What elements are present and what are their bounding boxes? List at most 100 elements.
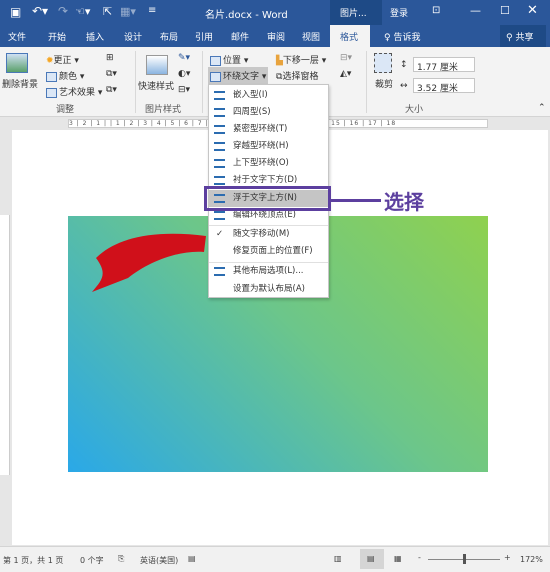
macro-icon[interactable]: ▤ [188, 554, 196, 563]
menu-item-label: 上下型环绕(O) [233, 158, 289, 168]
callout-label: 选择 [384, 190, 424, 214]
position-icon [210, 55, 221, 66]
menu-item[interactable]: 修复页面上的位置(F) [209, 243, 328, 260]
undo-icon[interactable]: ↶▾ [32, 4, 48, 18]
selection-pane-button[interactable]: ⧉选择窗格 [276, 69, 318, 82]
width-input[interactable]: 3.52 厘米 [413, 78, 475, 94]
menu-item-label: 编辑环绕顶点(E) [233, 210, 297, 220]
title-bar: ▣ ↶▾ ↷ ☜▾ ⇱ ▦▾ ≡ 名片.docx - Word 图片... 登录… [0, 0, 550, 25]
proofing-icon[interactable]: ⎘ [118, 554, 124, 564]
menu-item[interactable]: 设置为默认布局(A) [209, 281, 328, 298]
crop-button[interactable]: 裁剪 [375, 77, 393, 90]
status-bar: 第 1 页，共 1 页 0 个字 ⎘ 英语(美国) ▤ ▥ ▤ ▦ - + 17… [0, 546, 550, 572]
window-title: 名片.docx - Word [205, 10, 288, 21]
wrap-text-button[interactable]: 环绕文字 ▾ [208, 67, 269, 84]
tab-design[interactable]: 设计 [124, 30, 142, 43]
customize-icon[interactable]: ≡ [148, 5, 156, 16]
menu-item-label: 修复页面上的位置(F) [233, 246, 313, 256]
zoom-slider-thumb[interactable] [463, 554, 466, 564]
print-layout-icon[interactable]: ▤ [360, 549, 384, 569]
maximize-icon[interactable]: ☐ [500, 4, 510, 17]
wrap-option-icon [214, 176, 225, 185]
reset-picture-icon[interactable]: ⧉▾ [106, 85, 117, 95]
tab-format[interactable]: 格式 [330, 25, 370, 47]
touch-mode-icon[interactable]: ☜▾ [75, 5, 90, 18]
tab-mailings[interactable]: 邮件 [231, 30, 249, 43]
rotate-icon[interactable]: ◭▾ [340, 69, 351, 79]
send-backward-icon: ▙ [276, 56, 283, 66]
tab-view[interactable]: 视图 [302, 30, 320, 43]
change-picture-icon[interactable]: ⧉▾ [106, 69, 117, 79]
separator [366, 51, 367, 113]
group-label-adjust: 调整 [56, 105, 75, 115]
zoom-level[interactable]: 172% [520, 555, 543, 564]
tab-home[interactable]: 开始 [48, 30, 66, 43]
color-button[interactable]: 颜色 ▾ [46, 69, 84, 82]
select-icon[interactable]: ⇱ [103, 5, 112, 18]
minimize-icon[interactable]: — [470, 4, 481, 17]
tab-insert[interactable]: 插入 [86, 30, 104, 43]
menu-item[interactable]: 其他布局选项(L)... [209, 263, 328, 280]
compress-icon[interactable]: ⊞ [106, 53, 114, 63]
menu-item[interactable]: 上下型环绕(O) [209, 155, 328, 172]
zoom-in-button[interactable]: + [504, 553, 511, 562]
close-icon[interactable]: ✕ [527, 3, 538, 18]
vertical-ruler[interactable] [0, 215, 10, 475]
tab-references[interactable]: 引用 [195, 30, 213, 43]
menu-item[interactable]: 嵌入型(I) [209, 87, 328, 104]
login-link[interactable]: 登录 [390, 6, 408, 19]
remove-background-button[interactable]: 删除背景 [2, 77, 38, 90]
height-input[interactable]: 1.77 厘米 [413, 57, 475, 73]
corrections-button[interactable]: ✹更正 ▾ [46, 53, 79, 66]
menu-item-label: 穿越型环绕(H) [233, 141, 289, 151]
redo-icon[interactable]: ↷ [58, 4, 68, 18]
wrap-option-icon [214, 108, 225, 117]
menu-item[interactable]: 紧密型环绕(T) [209, 121, 328, 138]
artistic-effects-button[interactable]: 艺术效果 ▾ [46, 85, 102, 98]
web-layout-icon[interactable]: ▦ [394, 554, 402, 563]
position-button[interactable]: 位置 ▾ [210, 53, 248, 66]
menu-item-label: 随文字移动(M) [233, 229, 290, 239]
word-count[interactable]: 0 个字 [80, 555, 104, 566]
ribbon-tabs: 文件 开始 插入 设计 布局 引用 邮件 审阅 视图 格式 ♀ 告诉我 ⚲ 共享 [0, 25, 550, 47]
quick-styles-icon[interactable] [146, 55, 168, 75]
sun-icon: ✹ [46, 56, 54, 66]
zoom-out-button[interactable]: - [418, 553, 421, 562]
menu-item[interactable]: ✓ 随文字移动(M) [209, 226, 328, 243]
menu-item[interactable]: 四周型(S) [209, 104, 328, 121]
crop-icon[interactable] [374, 53, 392, 73]
tell-me-search[interactable]: ♀ 告诉我 [384, 30, 420, 43]
picture-layout-icon[interactable]: ⊟▾ [178, 85, 190, 95]
red-brush-stroke [92, 233, 206, 292]
highlight-box [204, 186, 331, 211]
read-mode-icon[interactable]: ▥ [334, 554, 342, 563]
ribbon-display-icon[interactable]: ⊡ [432, 5, 440, 16]
picture-effects-icon[interactable]: ◐▾ [178, 69, 190, 79]
height-icon: ↕ [400, 60, 408, 70]
wrap-option-icon [214, 142, 225, 151]
align-icon[interactable]: ⊟▾ [340, 53, 352, 63]
quick-styles-button[interactable]: 快速样式 [138, 79, 174, 92]
menu-item-label: 四周型(S) [233, 107, 271, 117]
menu-item[interactable]: 穿越型环绕(H) [209, 138, 328, 155]
share-button[interactable]: ⚲ 共享 [500, 25, 546, 47]
remove-background-icon[interactable] [6, 53, 28, 73]
color-icon [46, 71, 57, 82]
page-count[interactable]: 第 1 页，共 1 页 [3, 555, 63, 566]
separator [135, 51, 136, 113]
separator [202, 51, 203, 113]
tab-file[interactable]: 文件 [8, 30, 26, 43]
send-backward-button[interactable]: ▙下移一层 ▾ [276, 53, 326, 66]
menu-item-label: 紧密型环绕(T) [233, 124, 288, 134]
language[interactable]: 英语(美国) [140, 555, 178, 566]
tab-layout[interactable]: 布局 [160, 30, 178, 43]
menu-item-label: 衬于文字下方(D) [233, 175, 298, 185]
menu-item-label: 设置为默认布局(A) [233, 284, 305, 294]
picture-border-icon[interactable]: ✎▾ [178, 53, 190, 63]
collapse-ribbon-icon[interactable]: ⌃ [538, 103, 546, 113]
table-icon[interactable]: ▦▾ [120, 5, 136, 18]
wrap-text-icon [210, 71, 221, 82]
save-icon[interactable]: ▣ [10, 5, 21, 19]
width-icon: ↔ [400, 81, 408, 91]
tab-review[interactable]: 审阅 [267, 30, 285, 43]
